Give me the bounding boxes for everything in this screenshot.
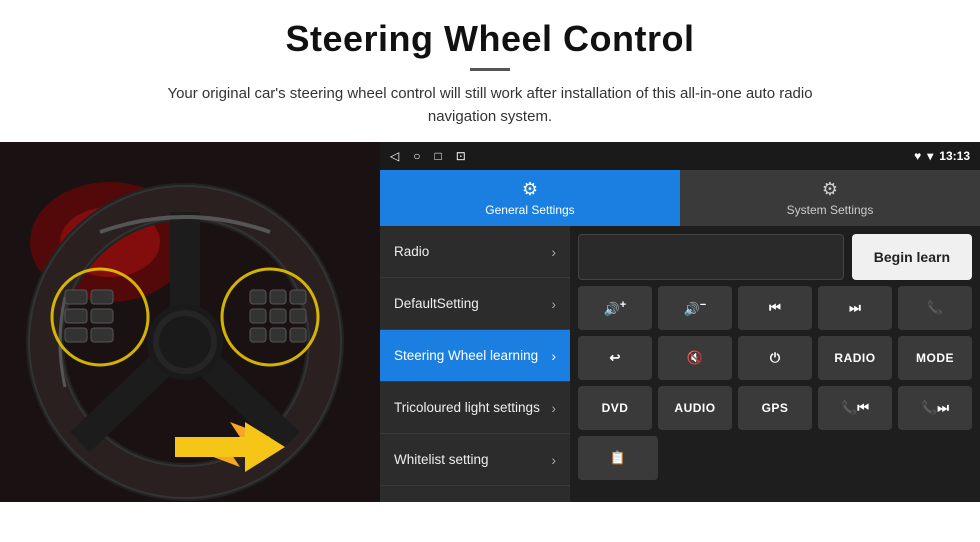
tab-bar: ⚙ General Settings ⚙ System Settings bbox=[380, 170, 980, 226]
settings-area: Radio › DefaultSetting › Steering Wheel … bbox=[380, 226, 980, 502]
phone-call-button[interactable]: 📞 bbox=[898, 286, 972, 330]
settings-item-radio-label: Radio bbox=[394, 244, 429, 259]
chevron-icon-whitelist: › bbox=[551, 452, 556, 468]
list-button[interactable]: 📋 bbox=[578, 436, 658, 480]
chevron-icon-steering: › bbox=[551, 348, 556, 364]
apps-nav-icon[interactable]: ⊡ bbox=[456, 149, 466, 163]
settings-item-steering-wheel[interactable]: Steering Wheel learning › bbox=[380, 330, 570, 382]
title-divider bbox=[470, 68, 510, 71]
mode-button[interactable]: MODE bbox=[898, 336, 972, 380]
audio-button[interactable]: AUDIO bbox=[658, 386, 732, 430]
audio-label: AUDIO bbox=[674, 401, 715, 415]
power-icon: ⏻ bbox=[770, 350, 780, 366]
call-end-icon: ↩ bbox=[610, 350, 621, 366]
call-prev-icon: 📞⏮ bbox=[841, 400, 869, 416]
chevron-icon-default: › bbox=[551, 296, 556, 312]
controls-row-3: DVD AUDIO GPS 📞⏮ 📞⏭ bbox=[578, 386, 972, 430]
settings-list: Radio › DefaultSetting › Steering Wheel … bbox=[380, 226, 570, 502]
settings-item-whitelist-label: Whitelist setting bbox=[394, 452, 489, 467]
header-section: Steering Wheel Control Your original car… bbox=[0, 0, 980, 142]
status-bar-nav-icons: ◁ ○ □ ⊡ bbox=[390, 149, 466, 163]
android-panel: ◁ ○ □ ⊡ ♥ ▾ 13:13 ⚙ General Settings bbox=[380, 142, 980, 502]
system-settings-icon: ⚙ bbox=[822, 179, 838, 200]
controls-row-1: 🔊+ 🔊− ⏮ ⏭ 📞 bbox=[578, 286, 972, 330]
settings-item-default[interactable]: DefaultSetting › bbox=[380, 278, 570, 330]
power-button[interactable]: ⏻ bbox=[738, 336, 812, 380]
location-icon: ♥ bbox=[914, 149, 921, 163]
back-nav-icon[interactable]: ◁ bbox=[390, 149, 399, 163]
volume-down-button[interactable]: 🔊− bbox=[658, 286, 732, 330]
begin-learn-row: Begin learn bbox=[578, 234, 972, 280]
phone-icon: 📞 bbox=[927, 300, 943, 316]
settings-item-tricoloured-label: Tricoloured light settings bbox=[394, 400, 540, 415]
radio-label: RADIO bbox=[834, 351, 875, 365]
page-title: Steering Wheel Control bbox=[20, 18, 960, 60]
tab-general-settings[interactable]: ⚙ General Settings bbox=[380, 170, 680, 226]
call-prev-button[interactable]: 📞⏮ bbox=[818, 386, 892, 430]
tab-system-settings[interactable]: ⚙ System Settings bbox=[680, 170, 980, 226]
call-next-button[interactable]: 📞⏭ bbox=[898, 386, 972, 430]
chevron-icon-tricoloured: › bbox=[551, 400, 556, 416]
controls-row-4: 📋 bbox=[578, 436, 972, 480]
dvd-label: DVD bbox=[602, 401, 629, 415]
page-wrapper: Steering Wheel Control Your original car… bbox=[0, 0, 980, 502]
prev-track-icon: ⏮ bbox=[769, 300, 781, 316]
call-end-button[interactable]: ↩ bbox=[578, 336, 652, 380]
steering-input-field[interactable] bbox=[578, 234, 844, 280]
tab-system-label: System Settings bbox=[787, 203, 874, 217]
settings-item-steering-label: Steering Wheel learning bbox=[394, 348, 538, 363]
mute-button[interactable]: 🔇 bbox=[658, 336, 732, 380]
recents-nav-icon[interactable]: □ bbox=[434, 149, 441, 163]
signal-icon: ▾ bbox=[927, 149, 933, 163]
status-bar-info: ♥ ▾ 13:13 bbox=[914, 149, 970, 163]
settings-item-default-label: DefaultSetting bbox=[394, 296, 479, 311]
settings-item-whitelist[interactable]: Whitelist setting › bbox=[380, 434, 570, 486]
gps-button[interactable]: GPS bbox=[738, 386, 812, 430]
next-track-icon: ⏭ bbox=[849, 300, 861, 316]
general-settings-icon: ⚙ bbox=[522, 179, 538, 200]
controls-panel: Begin learn 🔊+ 🔊− ⏮ bbox=[570, 226, 980, 502]
gps-label: GPS bbox=[762, 401, 789, 415]
controls-row-2: ↩ 🔇 ⏻ RADIO MODE bbox=[578, 336, 972, 380]
main-content: ◁ ○ □ ⊡ ♥ ▾ 13:13 ⚙ General Settings bbox=[0, 142, 980, 502]
status-bar: ◁ ○ □ ⊡ ♥ ▾ 13:13 bbox=[380, 142, 980, 170]
clock: 13:13 bbox=[939, 149, 970, 163]
list-icon: 📋 bbox=[610, 450, 626, 466]
settings-item-tricoloured[interactable]: Tricoloured light settings › bbox=[380, 382, 570, 434]
settings-item-radio[interactable]: Radio › bbox=[380, 226, 570, 278]
radio-button[interactable]: RADIO bbox=[818, 336, 892, 380]
next-track-button[interactable]: ⏭ bbox=[818, 286, 892, 330]
call-next-icon: 📞⏭ bbox=[921, 400, 949, 416]
volume-up-icon: 🔊+ bbox=[604, 299, 627, 317]
header-subtitle: Your original car's steering wheel contr… bbox=[150, 83, 830, 128]
chevron-icon-radio: › bbox=[551, 244, 556, 260]
mute-icon: 🔇 bbox=[687, 350, 703, 366]
volume-down-icon: 🔊− bbox=[684, 299, 707, 317]
begin-learn-button[interactable]: Begin learn bbox=[852, 234, 972, 280]
prev-track-button[interactable]: ⏮ bbox=[738, 286, 812, 330]
dvd-button[interactable]: DVD bbox=[578, 386, 652, 430]
volume-up-button[interactable]: 🔊+ bbox=[578, 286, 652, 330]
steering-wheel-image bbox=[0, 142, 380, 502]
home-nav-icon[interactable]: ○ bbox=[413, 149, 420, 163]
mode-label: MODE bbox=[916, 351, 954, 365]
tab-general-label: General Settings bbox=[485, 203, 574, 217]
